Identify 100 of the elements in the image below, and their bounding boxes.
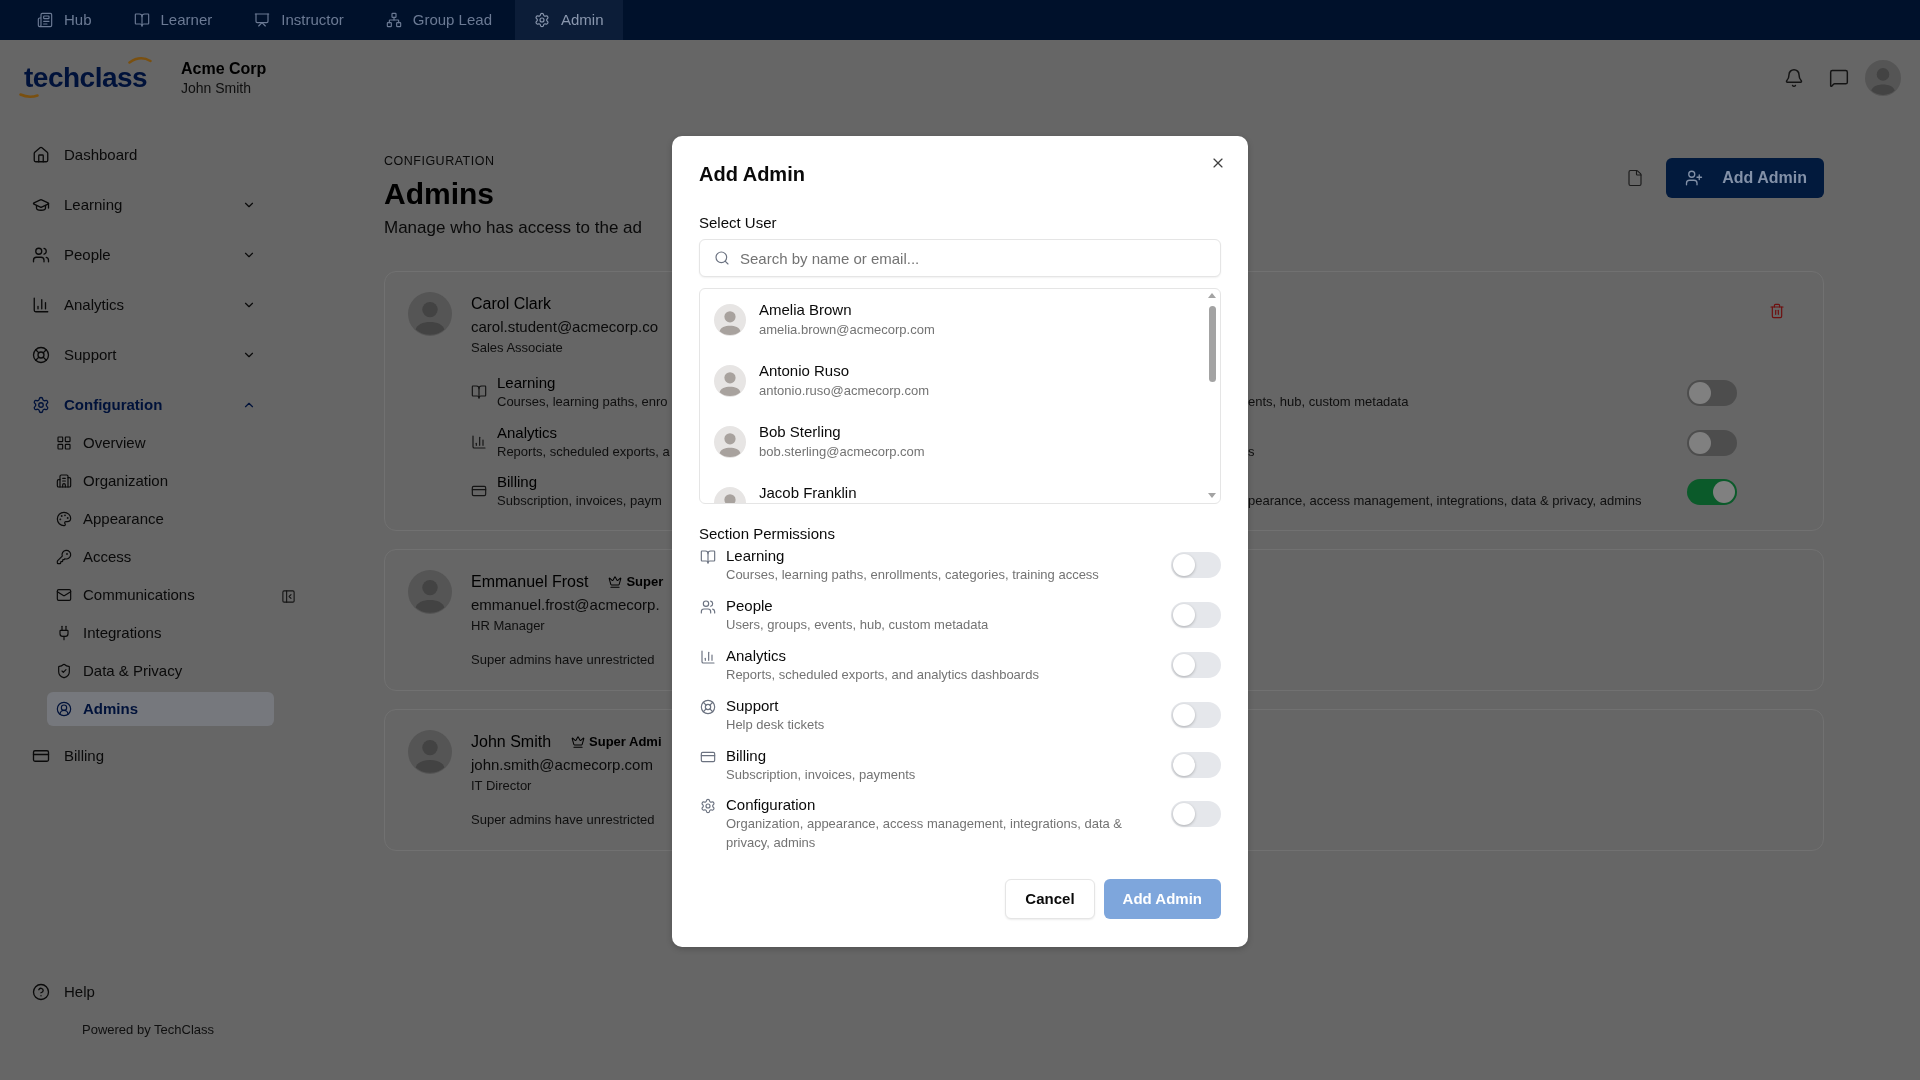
user-option[interactable]: Antonio Ruso antonio.ruso@acmecorp.com — [700, 350, 1204, 411]
user-option[interactable]: Amelia Brown amelia.brown@acmecorp.com — [700, 289, 1204, 350]
toggle-switch[interactable] — [1687, 429, 1737, 456]
permission-description: pearance, access management, integrations, data & privacy, admins — [1248, 492, 1642, 510]
permission-title: Billing — [497, 472, 538, 492]
add-admin-button[interactable]: Add Admin — [1666, 158, 1824, 198]
gear-icon — [32, 396, 50, 414]
sidebar-subitem[interactable]: Access — [47, 540, 274, 574]
notification-bell-icon[interactable] — [1784, 68, 1804, 88]
shield-check-icon — [56, 663, 72, 679]
plug-icon — [56, 625, 72, 641]
super-admin-label: Super Admi — [589, 733, 662, 751]
page-title: Admins — [384, 176, 494, 212]
navigation-tab[interactable]: Learner — [114, 0, 232, 40]
help-icon — [32, 983, 50, 1001]
sidebar-subitem[interactable]: Admins — [47, 692, 274, 726]
building-icon — [56, 473, 72, 489]
permission-description: Organization, appearance, access management, integrations, data & privacy, admins — [726, 815, 1124, 852]
permission-title: Learning — [497, 373, 556, 393]
user-option[interactable]: Jacob Franklin — [700, 472, 1204, 503]
bar-chart-icon — [471, 433, 487, 450]
sidebar-item[interactable]: Learning — [24, 185, 272, 225]
admin-name: Carol Clark — [471, 294, 551, 314]
permission-title: Configuration — [726, 795, 816, 816]
permission-title: Learning — [726, 546, 785, 566]
chat-icon[interactable] — [1829, 68, 1849, 88]
permission-title: Analytics — [497, 422, 558, 443]
down-triangle-icon[interactable] — [1208, 493, 1216, 498]
toggle-switch[interactable] — [1171, 801, 1221, 828]
toggle-switch[interactable] — [1171, 601, 1221, 628]
user-email: antonio.ruso@acmecorp.com — [759, 382, 929, 400]
help-link[interactable]: Help — [24, 972, 95, 1012]
navigation-tab[interactable]: Group Lead — [366, 0, 511, 40]
permission-description: Courses, learning paths, enrollments, categories, training access — [726, 566, 1100, 584]
sidebar-item[interactable]: Support — [24, 335, 272, 375]
add-user-icon — [1685, 169, 1704, 187]
palette-icon — [56, 511, 72, 527]
bar-chart-icon — [32, 296, 50, 314]
permission-description: Reports, scheduled exports, a — [497, 442, 670, 461]
logo-wordmark: techclass — [24, 65, 148, 91]
page-description: Manage who has access to the ad — [384, 217, 642, 239]
user-email: amelia.brown@acmecorp.com — [759, 321, 935, 339]
avatar — [714, 303, 746, 336]
toggle-switch[interactable] — [1171, 751, 1221, 778]
permission-description: Subscription, invoices, payments — [726, 765, 917, 784]
avatar — [408, 570, 452, 614]
job-title: Sales Associate — [471, 339, 563, 357]
sidebar-subitem[interactable]: Overview — [47, 426, 274, 460]
open-book-icon — [700, 549, 716, 565]
user-email: bob.sterling@acmecorp.com — [759, 443, 925, 461]
navigation-tab[interactable]: Admin — [515, 0, 623, 40]
up-triangle-icon[interactable] — [1208, 293, 1216, 298]
permission-description: ents, hub, custom metadata — [1248, 393, 1409, 411]
scrollbar-thumb[interactable] — [1208, 306, 1216, 382]
toggle-switch[interactable] — [1687, 479, 1737, 505]
sidebar-subitem[interactable]: Data & Privacy — [47, 654, 274, 688]
user-name: Amelia Brown — [759, 300, 852, 320]
cancel-button[interactable]: Cancel — [1005, 879, 1095, 920]
admin-note: Super admins have unrestricted — [471, 651, 655, 669]
admin-email: emmanuel.frost@acmecorp. — [471, 595, 660, 615]
panel-collapse-icon[interactable] — [281, 589, 296, 604]
sidebar-item[interactable]: People — [24, 235, 272, 275]
toggle-switch[interactable] — [1171, 651, 1221, 678]
bar-chart-icon — [700, 648, 716, 665]
sidebar-item[interactable]: Configuration — [24, 385, 272, 425]
permission-description: Subscription, invoices, paym — [497, 492, 662, 510]
organization-name: Acme Corp — [181, 59, 267, 79]
grid-icon — [56, 435, 72, 451]
open-book-icon — [471, 384, 487, 400]
permission-title: Support — [726, 695, 779, 716]
toggle-switch[interactable] — [1171, 701, 1221, 728]
sidebar-subitem[interactable]: Integrations — [47, 616, 274, 650]
people-icon — [32, 246, 50, 264]
permission-description: Courses, learning paths, enro — [497, 393, 668, 411]
credit-card-icon — [32, 747, 50, 765]
gear-icon — [700, 798, 716, 815]
crown-icon — [608, 575, 623, 589]
user-option[interactable]: Bob Sterling bob.sterling@acmecorp.com — [700, 411, 1204, 472]
crown-icon — [571, 735, 586, 749]
navigation-tab[interactable]: Instructor — [235, 0, 363, 40]
permission-title: People — [726, 595, 773, 616]
newspaper-icon — [37, 12, 53, 28]
sidebar-item[interactable]: Dashboard — [24, 135, 272, 175]
user-name: Antonio Ruso — [759, 361, 850, 381]
toggle-switch[interactable] — [1687, 380, 1737, 406]
sidebar-item[interactable]: Analytics — [24, 285, 272, 325]
navigation-tab[interactable]: Hub — [18, 0, 111, 40]
search-field[interactable]: Search by name or email... — [699, 239, 1221, 277]
permission-title: Billing — [726, 745, 767, 766]
sidebar-subitem[interactable]: Organization — [47, 464, 274, 498]
permission-description: Users, groups, events, hub, custom metadata — [726, 615, 990, 634]
permission-title: Analytics — [726, 645, 787, 666]
sidebar-subitem[interactable]: Appearance — [47, 502, 274, 536]
sidebar-item[interactable]: Billing — [24, 736, 272, 776]
search-icon — [714, 250, 730, 266]
toggle-switch[interactable] — [1171, 552, 1221, 578]
permission-description: Help desk tickets — [726, 715, 826, 734]
sidebar-subitem[interactable]: Communications — [47, 578, 274, 612]
document-icon[interactable] — [1626, 169, 1645, 187]
trash-icon[interactable] — [1769, 303, 1785, 319]
